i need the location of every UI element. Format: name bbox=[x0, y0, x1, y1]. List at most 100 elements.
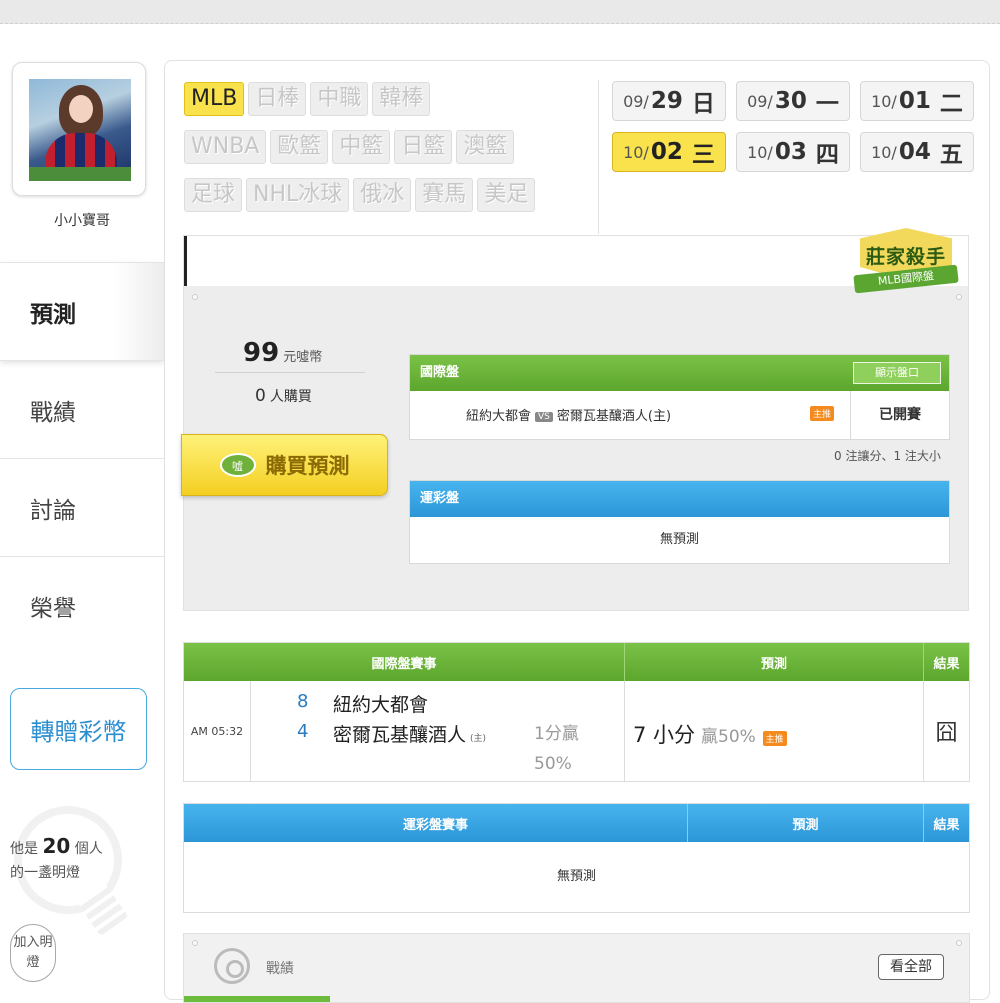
join-lamp-label: 加入明燈 bbox=[13, 935, 53, 970]
date-month: 10/ bbox=[747, 142, 773, 162]
date-button[interactable]: 10/03 四 bbox=[736, 132, 850, 172]
view-all-button[interactable]: 看全部 bbox=[878, 954, 944, 980]
header-prediction: 預測 bbox=[688, 804, 924, 842]
bookmaker-killer-badge: 莊家殺手 MLB國際盤 bbox=[850, 228, 962, 300]
league-tag[interactable]: 賽馬 bbox=[415, 178, 474, 212]
avatar[interactable] bbox=[29, 79, 131, 181]
league-tag[interactable]: 歐籃 bbox=[270, 130, 329, 164]
table-header: 國際盤賽事 預測 結果 bbox=[184, 643, 969, 681]
date-month: 10/ bbox=[871, 142, 897, 162]
date-button[interactable]: 10/01 二 bbox=[860, 81, 974, 121]
decor-dot bbox=[192, 294, 198, 300]
bet-count-note: 0 注讓分、1 注大小 bbox=[834, 449, 941, 463]
date-weekday: 日 bbox=[691, 91, 715, 117]
date-weekday: 一 bbox=[815, 91, 839, 117]
home-team: 密爾瓦基釀酒人(主) bbox=[556, 409, 672, 424]
sidebar-item-record[interactable]: 戰績 bbox=[0, 360, 164, 458]
username: 小小寶哥 bbox=[54, 213, 110, 229]
league-tag[interactable]: 俄冰 bbox=[353, 178, 412, 212]
match-teams: 紐約大都會 VS 密爾瓦基釀酒人(主) bbox=[466, 405, 671, 424]
date-day: 29 bbox=[650, 88, 683, 114]
date-weekday: 四 bbox=[815, 142, 839, 168]
header-result: 結果 bbox=[933, 817, 960, 833]
league-tag[interactable]: 澳籃 bbox=[456, 130, 515, 164]
lamp-prefix: 他是 bbox=[10, 841, 38, 857]
record-label: 戰績 bbox=[266, 961, 294, 977]
intl-match-row: 紐約大都會 VS 密爾瓦基釀酒人(主) 主推 已開賽 bbox=[410, 391, 949, 439]
header-match: 運彩盤賽事 bbox=[184, 804, 688, 842]
intl-odds-card: 國際盤 顯示盤口 紐約大都會 VS 密爾瓦基釀酒人(主) 主推 已開賽 bbox=[409, 354, 950, 440]
show-odds-button[interactable]: 顯示盤口 bbox=[853, 362, 941, 384]
league-tag[interactable]: WNBA bbox=[184, 130, 267, 164]
date-button-active[interactable]: 10/02 三 bbox=[612, 132, 726, 172]
avatar-card[interactable] bbox=[12, 62, 146, 196]
date-month: 10/ bbox=[871, 91, 897, 111]
join-lamp-button[interactable]: 加入明燈 bbox=[10, 924, 56, 982]
divider bbox=[598, 80, 599, 234]
date-day: 03 bbox=[774, 139, 807, 165]
sidebar-nav: 預測 戰績 討論 榮譽 bbox=[0, 262, 164, 654]
featured-tag: 主推 bbox=[810, 406, 835, 421]
lotto-results-empty: 無預測 bbox=[556, 869, 596, 884]
featured-tag: 主推 bbox=[762, 731, 787, 746]
coin-icon: 噓 bbox=[219, 453, 256, 477]
sidebar-item-honor[interactable]: 榮譽 bbox=[0, 556, 164, 654]
lamp-line2: 的一盞明燈 bbox=[10, 865, 80, 881]
league-tag[interactable]: 足球 bbox=[184, 178, 243, 212]
home-team: 密爾瓦基釀酒人 bbox=[333, 724, 467, 746]
lamp-followers: 他是 20 個人 的一盞明燈 bbox=[10, 834, 103, 885]
league-tag-mlb[interactable]: MLB bbox=[184, 82, 245, 116]
buy-prediction-label: 購買預測 bbox=[265, 454, 350, 478]
date-button[interactable]: 10/04 五 bbox=[860, 132, 974, 172]
league-tag[interactable]: 美足 bbox=[477, 178, 536, 212]
away-team: 紐約大都會 bbox=[333, 694, 429, 716]
target-icon bbox=[214, 948, 250, 984]
match-status: 已開賽 bbox=[850, 391, 949, 439]
record-section: 戰績 看全部 bbox=[183, 933, 970, 1003]
decor-dot bbox=[192, 940, 198, 946]
date-month: 10/ bbox=[623, 142, 649, 162]
date-button[interactable]: 09/29 日 bbox=[612, 81, 726, 121]
sidebar-item-predict[interactable]: 預測 bbox=[0, 262, 164, 360]
top-band bbox=[0, 0, 1000, 24]
gift-coins-button[interactable]: 轉贈彩幣 bbox=[10, 688, 147, 770]
league-tag[interactable]: 日籃 bbox=[394, 130, 453, 164]
away-team: 紐約大都會 bbox=[466, 409, 532, 424]
prediction-price: 99 元噓幣 bbox=[243, 338, 322, 368]
buyers-label: 人購買 bbox=[269, 389, 312, 405]
buy-prediction-button[interactable]: 噓 購買預測 bbox=[181, 434, 388, 496]
match-time: AM 05:32 bbox=[184, 681, 251, 781]
intl-odds-header: 國際盤 顯示盤口 bbox=[410, 355, 949, 391]
intl-odds-title: 國際盤 bbox=[420, 365, 460, 380]
date-button[interactable]: 09/30 一 bbox=[736, 81, 850, 121]
date-day: 04 bbox=[898, 139, 931, 165]
lotto-results-table: 運彩盤賽事 預測 結果 無預測 bbox=[183, 803, 970, 913]
away-score: 8 bbox=[297, 691, 309, 712]
league-tag[interactable]: 韓棒 bbox=[372, 82, 431, 116]
buyers-count: 0 人購買 bbox=[255, 386, 312, 406]
table-row: AM 05:32 8 紐約大都會 4 密爾瓦基釀酒人 (主) 1分贏 50% 7 小… bbox=[184, 681, 969, 781]
date-month: 09/ bbox=[623, 91, 649, 111]
price-unit: 元噓幣 bbox=[283, 350, 323, 365]
date-day: 02 bbox=[650, 139, 683, 165]
home-score: 4 bbox=[297, 721, 309, 742]
league-tag[interactable]: 中職 bbox=[310, 82, 369, 116]
result-cell: 囧 bbox=[935, 721, 958, 746]
date-day: 30 bbox=[774, 88, 807, 114]
lamp-suffix: 個人 bbox=[74, 841, 103, 857]
header-prediction: 預測 bbox=[625, 643, 924, 681]
pick-value: 7 小分 bbox=[633, 723, 696, 747]
table-header: 運彩盤賽事 預測 結果 bbox=[184, 804, 969, 842]
sidebar-item-discuss[interactable]: 討論 bbox=[0, 458, 164, 556]
league-tags: MLB 日棒 中職 韓棒 WNBA 歐籃 中籃 日籃 澳籃 足球 NHL冰球 俄冰 賽馬 美足 bbox=[184, 82, 594, 226]
league-tag[interactable]: 中籃 bbox=[332, 130, 391, 164]
buyers-number: 0 bbox=[255, 386, 266, 406]
league-tag[interactable]: NHL冰球 bbox=[246, 178, 350, 212]
date-weekday: 三 bbox=[691, 142, 715, 168]
prediction-pick: 7 小分 贏50% 主推 bbox=[633, 719, 787, 749]
league-tag[interactable]: 日棒 bbox=[248, 82, 307, 116]
home-mark: (主) bbox=[470, 734, 487, 744]
home-team-cell: 密爾瓦基釀酒人 (主) bbox=[333, 720, 486, 747]
record-tab-indicator bbox=[184, 996, 330, 1002]
decor-dot bbox=[956, 940, 962, 946]
